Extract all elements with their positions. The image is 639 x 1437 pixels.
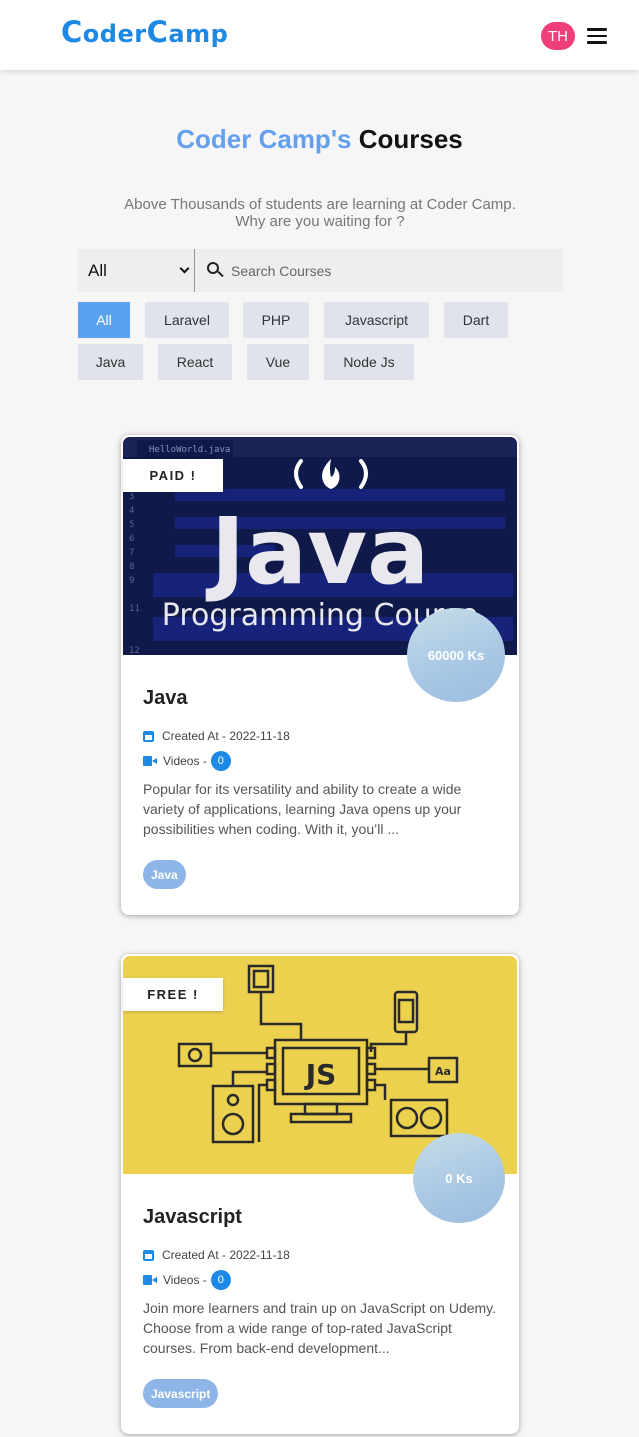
videos-label: Videos -	[163, 1273, 207, 1287]
title-rest: Courses	[358, 124, 463, 154]
tag-react[interactable]: React	[158, 344, 232, 380]
tag-laravel[interactable]: Laravel	[145, 302, 229, 338]
videos-count: Videos - 0	[143, 1270, 231, 1290]
logo-text-amp: amp	[168, 20, 229, 48]
svg-text:8: 8	[129, 562, 134, 572]
tag-javascript[interactable]: Javascript	[324, 302, 429, 338]
course-description: Popular for its versatility and ability …	[143, 781, 462, 837]
calendar-icon	[143, 730, 154, 742]
monitor-js-text: JS	[304, 1058, 337, 1091]
svg-text:4: 4	[129, 506, 134, 516]
editor-tab-name: HelloWorld.java	[149, 445, 230, 455]
svg-text:11: 11	[129, 604, 140, 614]
search-input[interactable]	[231, 262, 531, 279]
created-at-text: Created At - 2022-11-18	[162, 1248, 290, 1262]
status-badge: FREE !	[123, 978, 223, 1011]
course-card-javascript[interactable]: JS Aa FREE ! 0 Ks Javascript Created At …	[121, 954, 519, 1434]
videos-count: Videos - 0	[143, 751, 231, 771]
created-at: Created At - 2022-11-18	[143, 1248, 290, 1262]
tag-php[interactable]: PHP	[243, 302, 309, 338]
video-camera-icon	[143, 1275, 157, 1285]
course-description: Join more learners and train up on JavaS…	[143, 1300, 497, 1356]
tag-java[interactable]: Java	[78, 344, 143, 380]
created-at-text: Created At - 2022-11-18	[162, 729, 290, 743]
subtitle-line-2: Why are you waiting for ?	[235, 213, 405, 230]
category-select[interactable]: All	[78, 249, 195, 292]
site-logo[interactable]: CoderCamp	[61, 15, 228, 49]
logo-letter-c2: C	[146, 15, 169, 49]
svg-text:3: 3	[129, 492, 134, 502]
subtitle-line-1: Above Thousands of students are learning…	[124, 196, 516, 213]
page-subtitle: Above Thousands of students are learning…	[60, 196, 580, 230]
svg-text:5: 5	[129, 520, 134, 530]
course-title[interactable]: Javascript	[143, 1206, 242, 1229]
top-navbar: CoderCamp TH	[0, 0, 639, 70]
video-camera-icon	[143, 756, 157, 766]
chevron-down-icon	[179, 263, 190, 274]
svg-text:7: 7	[129, 548, 134, 558]
user-avatar[interactable]: TH	[541, 22, 575, 50]
svg-text:9: 9	[129, 576, 134, 586]
price-badge: 60000 Ks	[407, 608, 505, 702]
course-tag-chip[interactable]: Javascript	[143, 1379, 219, 1408]
logo-letter-c: C	[61, 15, 83, 49]
svg-text:6: 6	[129, 534, 134, 544]
videos-label: Videos -	[163, 754, 207, 768]
tag-vue[interactable]: Vue	[247, 344, 309, 380]
tag-dart[interactable]: Dart	[444, 302, 508, 338]
search-bar: All	[78, 249, 563, 292]
videos-count-badge: 0	[210, 1270, 231, 1290]
status-badge: PAID !	[123, 459, 223, 492]
calendar-icon	[143, 1249, 154, 1261]
search-field	[195, 249, 563, 292]
title-accent: Coder Camp's	[176, 124, 352, 154]
java-headline: Java	[205, 498, 429, 605]
hamburger-menu-icon[interactable]	[587, 28, 607, 44]
search-icon	[207, 262, 224, 279]
price-badge: 0 Ks	[413, 1133, 505, 1223]
logo-text-oder: oder	[82, 20, 147, 48]
videos-count-badge: 0	[210, 751, 231, 771]
course-card-java[interactable]: HelloWorld.java 123 456 789 1112 Java	[121, 435, 519, 915]
svg-text:12: 12	[129, 646, 140, 655]
category-select-value: All	[88, 260, 107, 280]
created-at: Created At - 2022-11-18	[143, 729, 290, 743]
font-box-text: Aa	[435, 1065, 451, 1078]
tag-node-js[interactable]: Node Js	[324, 344, 414, 380]
tag-all[interactable]: All	[78, 302, 130, 338]
course-title[interactable]: Java	[143, 687, 188, 710]
course-tag-chip[interactable]: Java	[143, 860, 186, 889]
page-title: Coder Camp's Courses	[0, 124, 639, 155]
